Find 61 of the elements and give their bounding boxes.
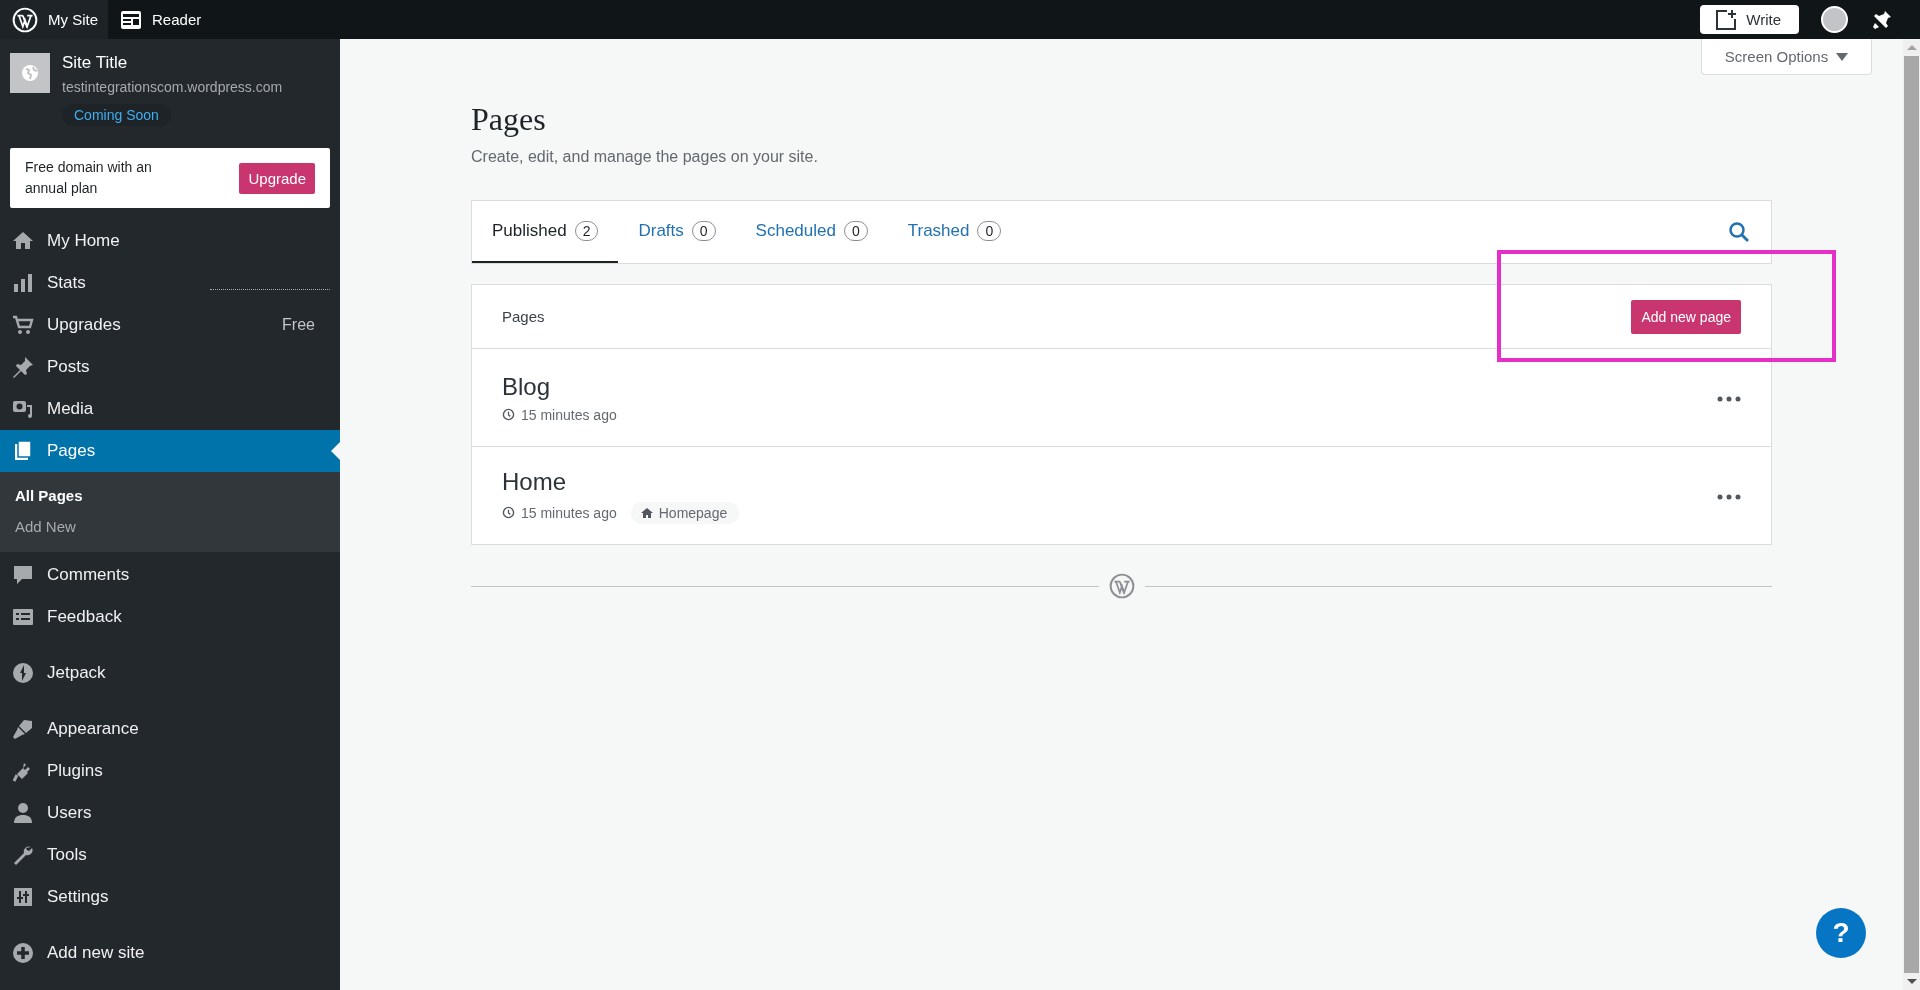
site-icon bbox=[10, 53, 50, 93]
active-pointer bbox=[331, 442, 340, 460]
speech-bubble-icon bbox=[11, 563, 35, 587]
cart-icon bbox=[11, 313, 35, 337]
upgrade-button[interactable]: Upgrade bbox=[239, 162, 315, 194]
sidebar-item[interactable]: Upgrades Free bbox=[0, 304, 340, 346]
sidebar-item[interactable]: Media bbox=[0, 388, 340, 430]
status-badge: Coming Soon bbox=[62, 104, 171, 126]
search-icon[interactable] bbox=[1727, 220, 1751, 244]
modified-time: 15 minutes ago bbox=[521, 406, 617, 423]
write-button[interactable]: Write bbox=[1700, 5, 1799, 34]
list-heading: Pages bbox=[502, 308, 545, 325]
bar-chart-icon bbox=[11, 271, 35, 295]
screen-options-button[interactable]: Screen Options bbox=[1701, 39, 1872, 75]
sidebar-item[interactable]: Comments bbox=[0, 554, 340, 596]
bolt-icon bbox=[11, 661, 35, 685]
submenu-item[interactable]: Add New bbox=[0, 511, 340, 542]
sidebar-item[interactable]: Jetpack bbox=[0, 652, 340, 694]
promo-text: Free domain with an annual plan bbox=[25, 158, 153, 198]
page-title: Pages bbox=[471, 101, 546, 138]
wordpress-logo-icon bbox=[12, 6, 38, 33]
avatar[interactable] bbox=[1821, 6, 1848, 33]
add-new-page-button[interactable]: Add new page bbox=[1631, 299, 1741, 334]
person-icon bbox=[11, 801, 35, 825]
page-title-link[interactable]: Blog bbox=[502, 372, 551, 401]
topbar-tab[interactable]: Reader bbox=[108, 0, 212, 39]
sliders-icon bbox=[11, 885, 35, 909]
sidebar-item[interactable]: Tools bbox=[0, 834, 340, 876]
sidebar-item[interactable]: Posts bbox=[0, 346, 340, 388]
sidebar-item[interactable]: Feedback bbox=[0, 596, 340, 638]
scrollbar[interactable] bbox=[1903, 39, 1920, 990]
site-domain: testintegrationscom.wordpress.com bbox=[62, 79, 283, 95]
pushpin-icon bbox=[11, 355, 35, 379]
topbar-tab[interactable]: My Site bbox=[0, 0, 108, 39]
site-title: Site Title bbox=[62, 53, 129, 73]
help-button[interactable]: ? bbox=[1816, 908, 1866, 958]
page-title-link[interactable]: Home bbox=[502, 467, 567, 496]
clock-icon bbox=[502, 408, 515, 421]
status-tab[interactable]: Trashed 0 bbox=[887, 201, 1022, 263]
plus-circle-icon bbox=[11, 941, 35, 965]
clock-icon bbox=[502, 506, 515, 519]
modified-time: 15 minutes ago bbox=[521, 504, 617, 521]
paintbrush-icon bbox=[11, 717, 35, 741]
submenu-item[interactable]: All Pages bbox=[0, 480, 340, 511]
sidebar-item[interactable]: Add new site bbox=[0, 932, 340, 974]
sidebar-item[interactable]: Plugins bbox=[0, 750, 340, 792]
free-label: Free bbox=[282, 316, 315, 334]
sidebar-item[interactable]: Pages bbox=[0, 430, 340, 472]
sidebar-item[interactable]: Appearance bbox=[0, 708, 340, 750]
wordpress-logo-icon bbox=[1108, 573, 1135, 599]
status-tab[interactable]: Scheduled 0 bbox=[735, 201, 888, 263]
sidebar-item[interactable]: Stats bbox=[0, 262, 340, 304]
newspaper-icon bbox=[120, 9, 142, 30]
status-tab[interactable]: Published 2 bbox=[472, 201, 619, 263]
add-post-icon bbox=[1714, 7, 1739, 32]
page-subtitle: Create, edit, and manage the pages on your site. bbox=[471, 148, 819, 166]
status-tab[interactable]: Drafts 0 bbox=[618, 201, 736, 263]
sidebar-item[interactable]: Settings bbox=[0, 876, 340, 918]
sidebar-item[interactable]: Users bbox=[0, 792, 340, 834]
sidebar-item[interactable]: My Home bbox=[0, 220, 340, 262]
homepage-badge: Homepage bbox=[630, 501, 740, 524]
